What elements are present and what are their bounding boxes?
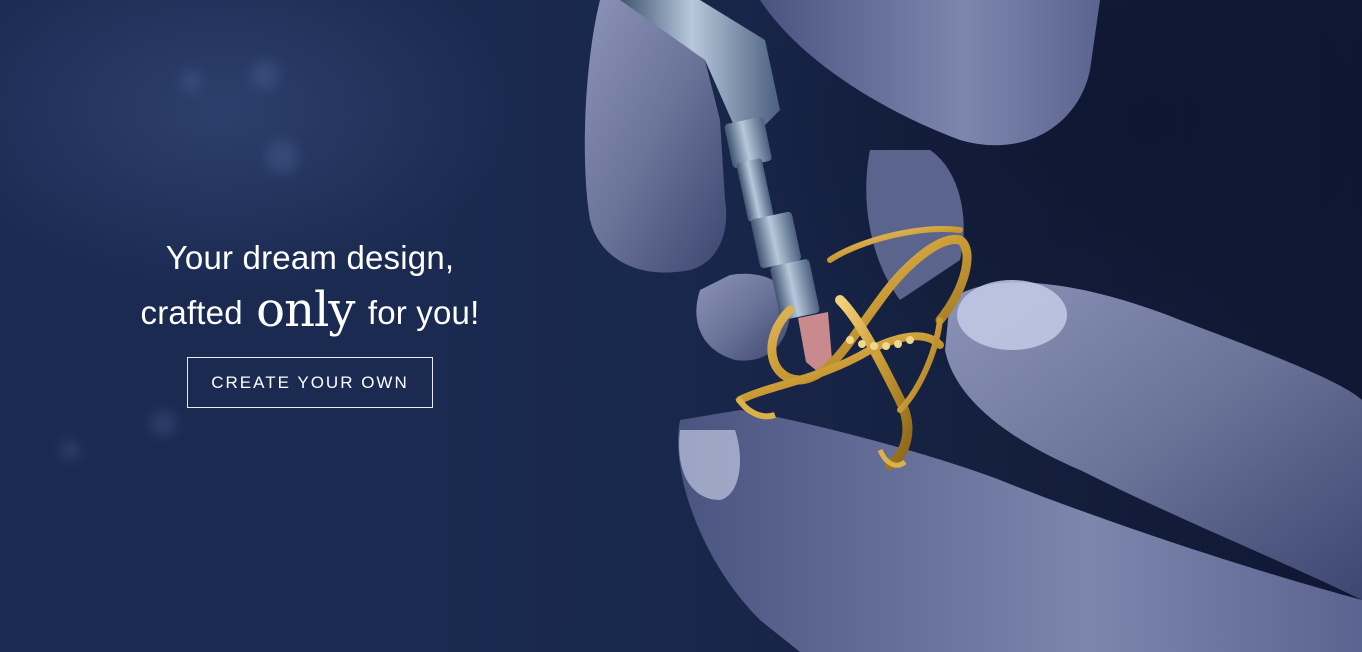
create-your-own-button[interactable]: CREATE YOUR OWN [187,357,433,408]
hero-banner: Your dream design, crafted only for you!… [0,0,1362,652]
headline-text: Your dream design, [165,239,455,276]
hero-copy: Your dream design, crafted only for you! [90,232,530,339]
headline-line-2: crafted only for you! [90,284,530,339]
headline-text-before: crafted [140,294,243,331]
headline-accent-word: only [256,282,355,338]
headline-line-1: Your dream design, [90,232,530,284]
headline-text-after: for you! [367,294,480,331]
